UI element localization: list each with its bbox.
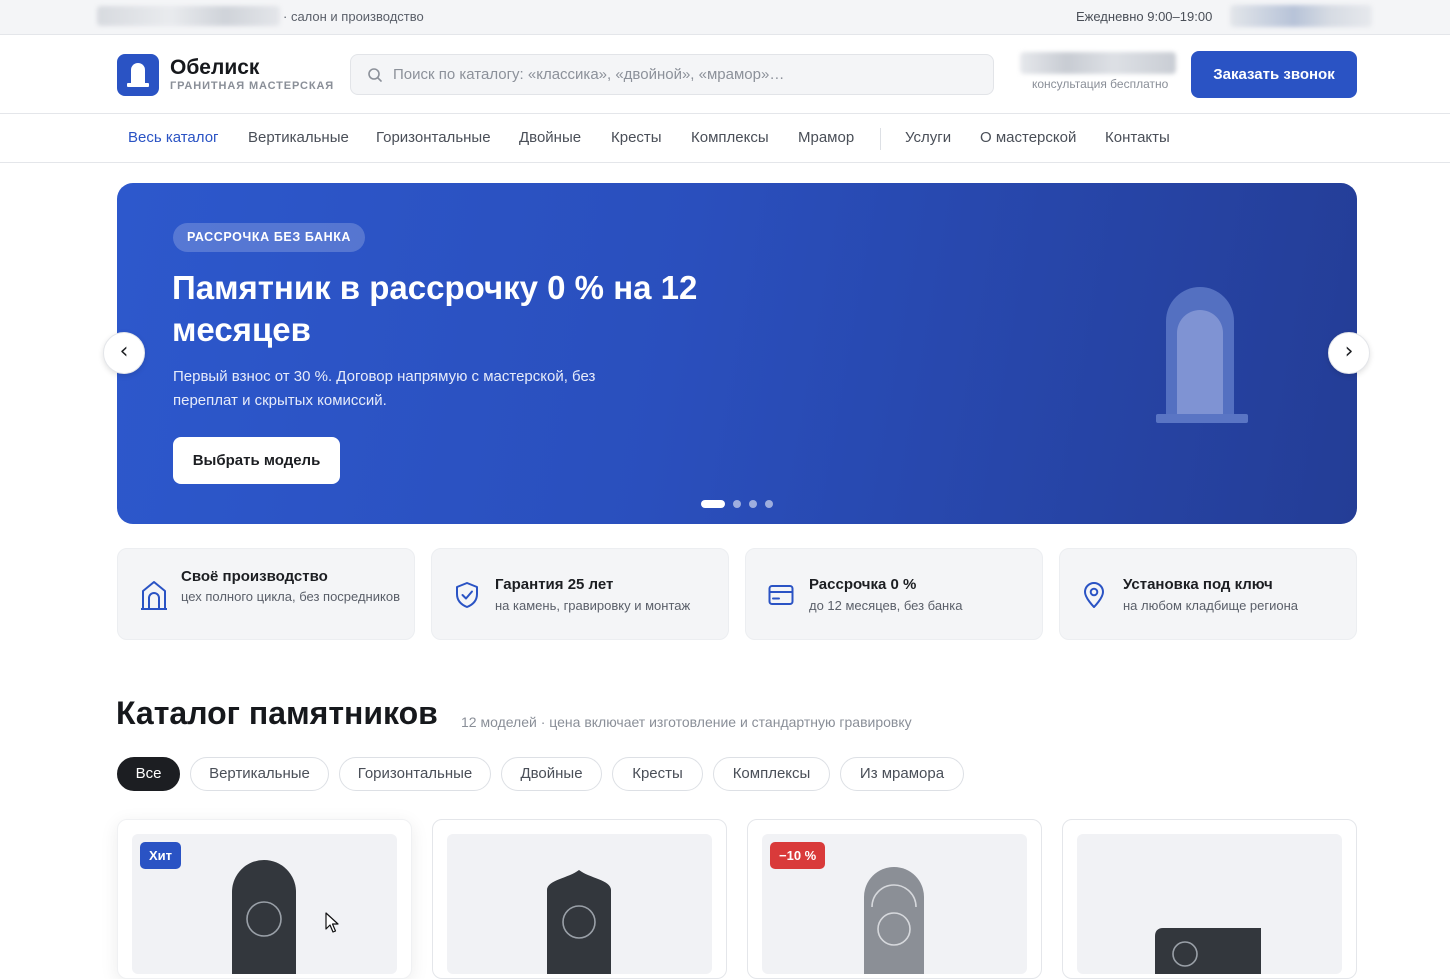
product-image [447,834,712,974]
main-nav: Весь каталог Вертикальные Горизонтальные… [0,114,1450,163]
feature-card: Гарантия 25 лет на камень, гравировку и … [431,548,729,640]
feature-text: цех полного цикла, без посредников [181,589,400,604]
feature-text: на камень, гравировку и монтаж [495,598,691,613]
hero-text: Первый взнос от 30 %. Договор напрямую с… [173,368,596,409]
tagline: · салон и производство [283,9,424,24]
nav-item-crosses[interactable]: Кресты [611,129,662,146]
blurred-phone[interactable] [1020,52,1176,74]
brand-name[interactable]: Обелиск [170,56,259,80]
search-input[interactable] [393,55,983,94]
search-icon [368,68,382,82]
carousel-next-button[interactable]: › [1328,332,1370,374]
map-pin-icon [1084,582,1104,608]
product-card[interactable]: −10 % [747,819,1042,979]
filter-all[interactable]: Все [117,757,180,791]
phone-note: консультация бесплатно [1032,77,1169,91]
nav-item-marble[interactable]: Мрамор [798,129,854,146]
nav-item-horizontal[interactable]: Горизонтальные [376,129,491,146]
blurred-contact [1230,5,1372,27]
brand-subtitle: ГРАНИТНАЯ МАСТЕРСКАЯ [170,80,335,92]
factory-icon [141,581,167,610]
hero-badge: РАССРОЧКА БЕЗ БАНКА [173,223,366,252]
filter-crosses[interactable]: Кресты [612,757,703,791]
carousel-dot-4[interactable] [765,500,773,508]
hit-badge: Хит [140,842,182,869]
carousel-dot-2[interactable] [733,500,741,508]
catalog-subtitle: 12 моделей · цена включает изготовление … [461,714,912,730]
monument-illustration [1156,287,1248,423]
logo-icon[interactable] [117,54,159,96]
nav-item-catalog[interactable]: Весь каталог [128,129,219,146]
blurred-address [97,6,280,26]
feature-text: на любом кладбище региона [1123,598,1299,613]
filter-horizontal[interactable]: Горизонтальные [339,757,491,791]
mouse-cursor-icon [325,912,339,933]
order-call-button[interactable]: Заказать звонок [1191,51,1357,98]
product-image [1077,834,1342,974]
nav-item-complexes[interactable]: Комплексы [691,129,769,146]
product-image: −10 % [762,834,1027,974]
feature-title: Рассрочка 0 % [809,576,917,593]
catalog-title: Каталог памятников [116,695,438,731]
filter-vertical[interactable]: Вертикальные [190,757,329,791]
feature-text: до 12 месяцев, без банка [809,598,963,613]
feature-title: Гарантия 25 лет [495,576,614,593]
working-hours: Ежедневно 9:00–19:00 [1076,9,1213,24]
carousel-dot-3[interactable] [749,500,757,508]
top-bar: · салон и производство Ежедневно 9:00–19… [0,0,1450,35]
carousel-prev-button[interactable]: ‹ [103,332,145,374]
feature-card: Установка под ключ на любом кладбище рег… [1059,548,1357,640]
shield-check-icon [456,582,478,608]
product-image: Хит [132,834,397,974]
nav-item-double[interactable]: Двойные [519,129,581,146]
discount-badge: −10 % [770,842,826,869]
feature-card: Своё производство цех полного цикла, без… [117,548,415,640]
search-box [350,54,994,95]
nav-item-services[interactable]: Услуги [905,129,951,146]
carousel-dot-1[interactable] [701,500,725,508]
choose-model-button[interactable]: Выбрать модель [173,437,340,484]
nav-item-vertical[interactable]: Вертикальные [248,129,349,146]
filter-double[interactable]: Двойные [501,757,602,791]
feature-card: Рассрочка 0 % до 12 месяцев, без банка [745,548,1043,640]
nav-item-about[interactable]: О мастерской [980,129,1076,146]
product-card[interactable] [1062,819,1357,979]
nav-item-contacts[interactable]: Контакты [1105,129,1170,146]
hero-title: Памятник в рассрочку 0 % на 12 месяцев [172,269,698,348]
feature-title: Своё производство [181,568,328,585]
nav-divider [880,128,881,150]
hero-banner: РАССРОЧКА БЕЗ БАНКА Памятник в рассрочку… [117,183,1357,524]
product-card[interactable]: Хит [117,819,412,979]
filter-marble[interactable]: Из мрамора [840,757,964,791]
feature-title: Установка под ключ [1123,576,1273,593]
filter-complexes[interactable]: Комплексы [713,757,830,791]
product-card[interactable] [432,819,727,979]
header: Обелиск ГРАНИТНАЯ МАСТЕРСКАЯ консультаци… [0,35,1450,114]
credit-card-icon [768,585,794,605]
